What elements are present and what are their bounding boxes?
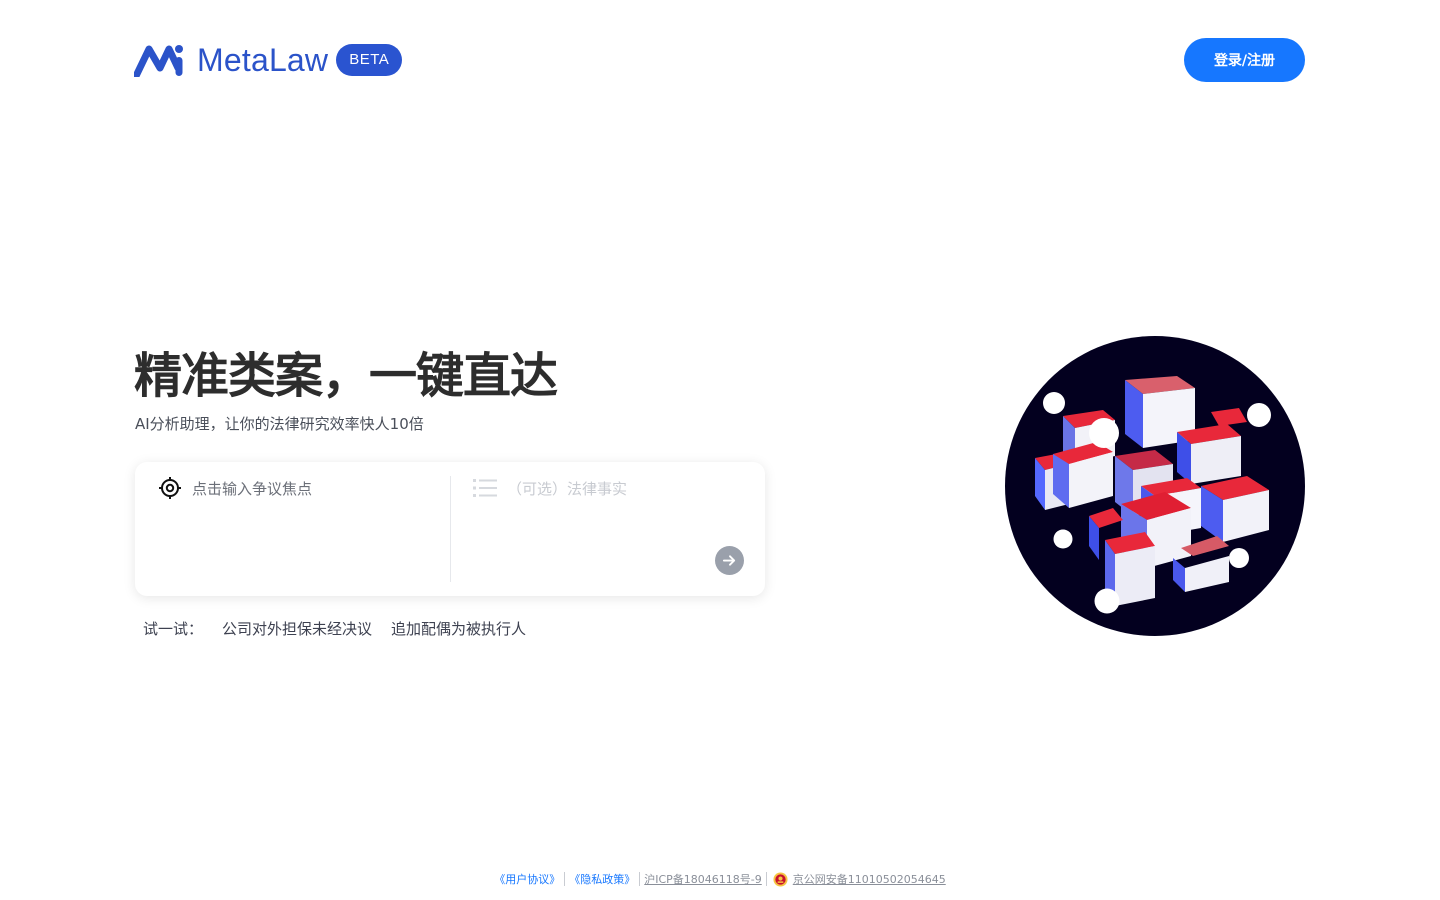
privacy-policy-link[interactable]: 《隐私政策》 [569,871,635,887]
facts-input[interactable] [507,478,707,578]
list-icon [473,479,497,497]
facts-field [451,462,765,596]
beta-badge: BETA [336,44,403,76]
metalaw-logo-icon [134,45,183,77]
try-label: 试一试： [143,620,204,638]
hero-title: 精准类案，一键直达 [134,348,558,404]
focus-field [135,462,450,596]
arrow-right-icon [722,555,736,566]
try-suggestions: 试一试： 公司对外担保未经决议 追加配偶为被执行人 [143,618,545,639]
footer-divider [765,872,767,886]
footer: 《用户协议》 《隐私政策》 沪ICP备18046118号-9 京公网安备1101… [0,871,1440,887]
icp-record-link[interactable]: 沪ICP备18046118号-9 [644,871,762,887]
search-card [135,462,765,596]
brand-name: MetaLaw [197,41,329,78]
police-record-link[interactable]: 京公网安备11010502054645 [793,871,946,887]
submit-button[interactable] [715,546,744,575]
logo[interactable]: MetaLaw BETA [134,40,403,80]
user-agreement-link[interactable]: 《用户协议》 [494,871,560,887]
footer-divider [564,872,566,886]
hero-subtitle: AI分析助理，让你的法律研究效率快人10倍 [135,415,424,433]
footer-divider [639,872,641,886]
login-register-button[interactable]: 登录/注册 [1184,38,1305,82]
try-item-spouse[interactable]: 追加配偶为被执行人 [391,618,526,639]
target-icon [159,477,181,499]
focus-input[interactable] [192,478,432,578]
try-item-guarantee[interactable]: 公司对外担保未经决议 [222,618,372,639]
cube-illustration [1005,336,1305,636]
police-badge-icon [773,871,788,887]
